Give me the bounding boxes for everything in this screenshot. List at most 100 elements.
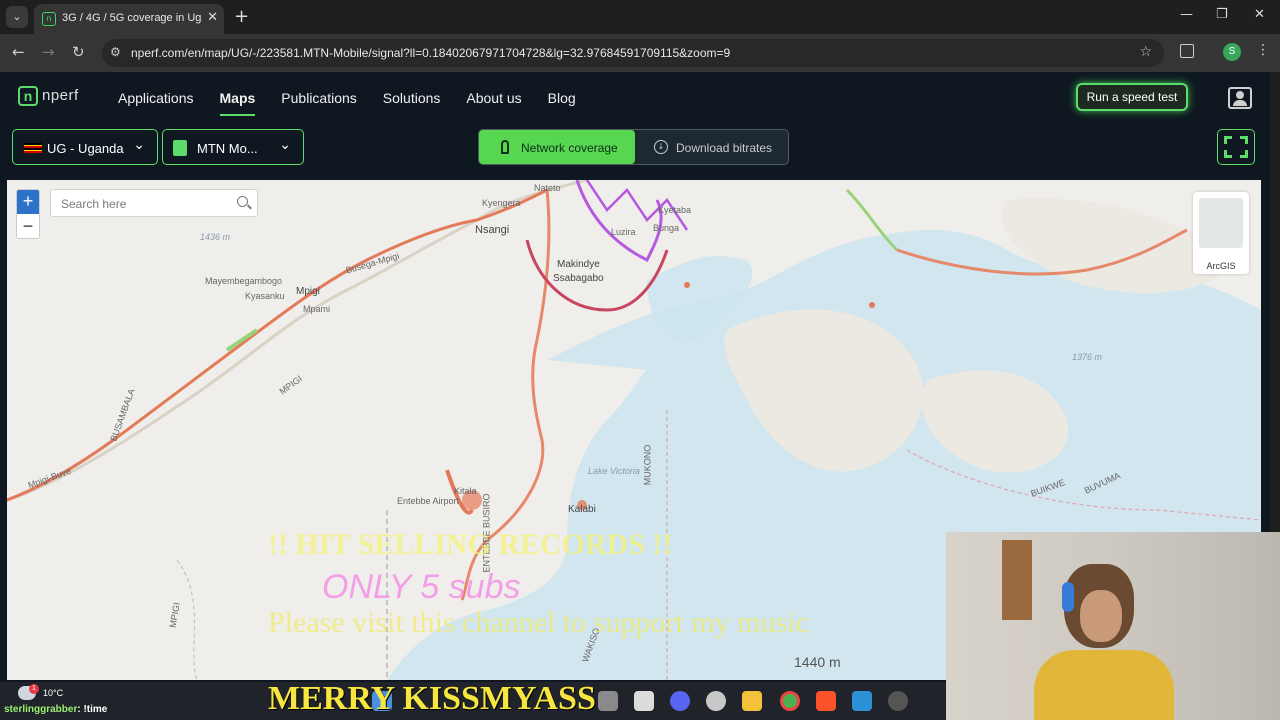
overlay-text-subs: ONLY 5 subs bbox=[322, 568, 521, 606]
basemap-thumbnail bbox=[1199, 198, 1243, 248]
discord-icon[interactable] bbox=[670, 691, 690, 711]
zoom-in-button[interactable]: + bbox=[17, 190, 39, 214]
nav-applications[interactable]: Applications bbox=[118, 90, 194, 106]
logo-mark-icon: n bbox=[18, 86, 38, 106]
url-text[interactable]: nperf.com/en/map/UG/-/223581.MTN-Mobile/… bbox=[131, 46, 730, 60]
reload-icon[interactable]: ↻ bbox=[72, 43, 85, 61]
basemap-label: ArcGIS bbox=[1206, 261, 1236, 271]
map-label: Makindye bbox=[557, 259, 600, 270]
map-label: Kalabi bbox=[568, 504, 596, 515]
country-dropdown[interactable]: UG - Uganda ⌄ bbox=[12, 129, 158, 165]
country-label: UG - Uganda bbox=[47, 141, 124, 156]
browser-tab-active[interactable]: n 3G / 4G / 5G coverage in Uganda ✕ bbox=[34, 4, 224, 34]
nperf-favicon-icon: n bbox=[42, 12, 56, 26]
network-coverage-tab[interactable]: Network coverage bbox=[479, 130, 635, 164]
map-label: Bunga bbox=[653, 223, 680, 233]
map-label: Kyetaba bbox=[658, 205, 692, 215]
map-label: Lake Victoria bbox=[588, 466, 640, 476]
download-bitrates-tab[interactable]: ↓ Download bitrates bbox=[635, 130, 789, 164]
nav-blog[interactable]: Blog bbox=[548, 90, 576, 106]
bookmark-star-icon[interactable]: ☆ bbox=[1139, 44, 1152, 60]
map-search-input[interactable] bbox=[61, 195, 221, 213]
map-mode-toggle: Network coverage ↓ Download bitrates bbox=[478, 129, 789, 165]
zoom-controls: + − bbox=[16, 189, 40, 239]
webcam-person-face bbox=[1080, 590, 1122, 642]
chat-message: sterlinggrabber: !time bbox=[4, 704, 107, 715]
media-player-icon[interactable] bbox=[888, 691, 908, 711]
map-search-box[interactable] bbox=[50, 189, 258, 217]
coverage-trace-good bbox=[225, 328, 259, 352]
extensions-icon[interactable] bbox=[1180, 44, 1194, 58]
download-icon: ↓ bbox=[654, 140, 668, 154]
fullscreen-button[interactable] bbox=[1217, 129, 1255, 165]
zoom-out-button[interactable]: − bbox=[17, 215, 39, 239]
chat-text: : !time bbox=[77, 704, 108, 715]
operator-label: MTN Mo... bbox=[197, 141, 258, 156]
photos-icon[interactable] bbox=[852, 691, 872, 711]
file-explorer-icon[interactable] bbox=[742, 691, 762, 711]
webcam-feed bbox=[946, 532, 1280, 720]
search-icon[interactable] bbox=[237, 196, 248, 207]
nperf-logo[interactable]: n nperf bbox=[18, 86, 78, 108]
site-header: n nperf Applications Maps Publications S… bbox=[0, 72, 1270, 122]
run-speed-test-button[interactable]: Run a speed test bbox=[1076, 83, 1188, 111]
browser-tabbar: ⌄ n 3G / 4G / 5G coverage in Uganda ✕ + … bbox=[0, 0, 1280, 34]
map-label: Nateto bbox=[534, 183, 561, 193]
chrome-icon[interactable] bbox=[780, 691, 800, 711]
chevron-down-icon: ⌄ bbox=[279, 137, 291, 153]
basemap-switcher[interactable]: ArcGIS bbox=[1193, 192, 1249, 274]
map-label: Mayembegambogo bbox=[205, 276, 283, 286]
site-info-icon[interactable]: ⚙ bbox=[110, 45, 121, 59]
chat-username: sterlinggrabber bbox=[4, 704, 78, 715]
map-label: Mpigi bbox=[296, 286, 320, 297]
close-window-icon[interactable]: ✕ bbox=[1254, 7, 1265, 22]
coverage-trace bbox=[7, 188, 549, 502]
app-icon[interactable] bbox=[634, 691, 654, 711]
map-label: Entebbe Airport bbox=[397, 496, 460, 506]
map-label: Nsangi bbox=[475, 224, 510, 236]
overlay-text-hit-records: !! HIT SELLING RECORDS !! bbox=[268, 528, 673, 561]
minimize-icon[interactable]: — bbox=[1180, 7, 1193, 22]
map-label: Luzira bbox=[611, 227, 636, 237]
webcam-door bbox=[1002, 540, 1032, 620]
nav-maps[interactable]: Maps bbox=[219, 90, 255, 116]
chevron-down-icon: ⌄ bbox=[133, 137, 145, 153]
back-icon[interactable]: ← bbox=[12, 43, 25, 61]
logo-text: nperf bbox=[42, 87, 79, 104]
overlay-text-support: Please visit this channel to support my … bbox=[268, 606, 809, 639]
signal-tower-icon bbox=[501, 140, 509, 154]
profile-avatar[interactable]: S bbox=[1223, 43, 1241, 61]
operator-dropdown[interactable]: MTN Mo... ⌄ bbox=[162, 129, 304, 165]
nav-solutions[interactable]: Solutions bbox=[383, 90, 441, 106]
map-label: Kitala bbox=[454, 486, 477, 496]
tab-title: 3G / 4G / 5G coverage in Uganda bbox=[62, 12, 202, 24]
webcam-person-body bbox=[1034, 650, 1174, 720]
map-label: 1436 m bbox=[200, 232, 231, 242]
headset-icon bbox=[1062, 582, 1074, 612]
map-label: Mpami bbox=[303, 304, 331, 314]
nav-about-us[interactable]: About us bbox=[466, 90, 521, 106]
user-account-icon[interactable] bbox=[1228, 87, 1252, 109]
map-filters: UG - Uganda ⌄ MTN Mo... ⌄ Network covera… bbox=[0, 122, 1270, 180]
new-tab-icon[interactable]: + bbox=[234, 6, 249, 27]
district-boundary bbox=[176, 559, 198, 680]
tab-close-icon[interactable]: ✕ bbox=[207, 10, 218, 25]
coverage-spot bbox=[869, 302, 875, 308]
maximize-icon[interactable]: ❐ bbox=[1216, 7, 1228, 22]
map-label: MUKONO bbox=[642, 444, 653, 486]
nav-publications[interactable]: Publications bbox=[281, 90, 357, 106]
map-label: Kyengera bbox=[482, 198, 521, 208]
forward-icon[interactable]: → bbox=[42, 43, 55, 61]
address-bar[interactable]: ⚙ nperf.com/en/map/UG/-/223581.MTN-Mobil… bbox=[102, 39, 1164, 67]
tab-search-button[interactable]: ⌄ bbox=[6, 6, 28, 28]
notification-badge: 1 bbox=[29, 684, 39, 694]
sim-card-icon bbox=[173, 140, 187, 156]
task-view-icon[interactable] bbox=[598, 691, 618, 711]
fullscreen-icon bbox=[1224, 136, 1232, 144]
browser-menu-icon[interactable]: ⋮ bbox=[1256, 42, 1270, 58]
obs-icon[interactable] bbox=[706, 691, 726, 711]
map-label: Ssabagabo bbox=[553, 273, 604, 284]
main-menu: Applications Maps Publications Solutions… bbox=[118, 90, 602, 116]
brave-icon[interactable] bbox=[816, 691, 836, 711]
browser-toolbar: ← → ↻ ⚙ nperf.com/en/map/UG/-/223581.MTN… bbox=[0, 34, 1280, 72]
